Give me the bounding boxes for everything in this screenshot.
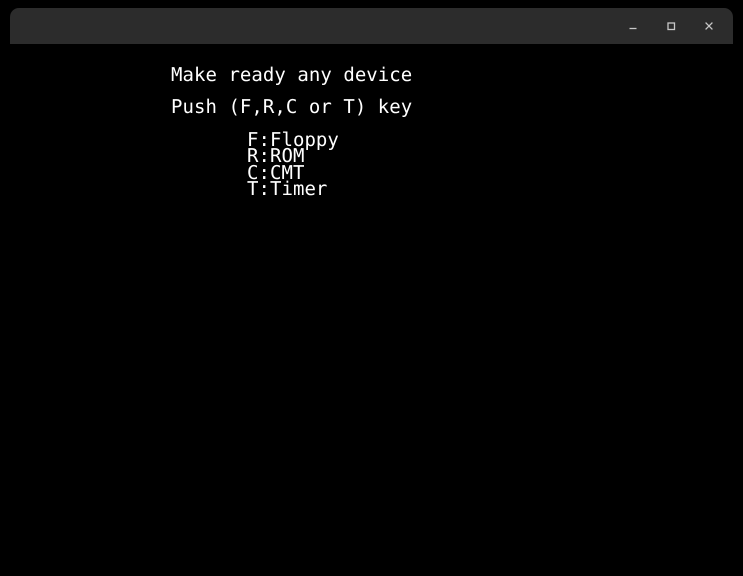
minimize-button[interactable] <box>617 8 649 44</box>
application-window: Make ready any device Push (F,R,C or T) … <box>0 0 743 576</box>
device-option-timer[interactable]: T:Timer <box>247 178 327 200</box>
window-title-bar[interactable] <box>10 8 733 44</box>
close-button[interactable] <box>693 8 725 44</box>
prompt-line-keys: Push (F,R,C or T) key <box>171 96 413 118</box>
maximize-icon <box>664 19 678 33</box>
close-icon <box>702 19 716 33</box>
maximize-button[interactable] <box>655 8 687 44</box>
emulator-screen[interactable]: Make ready any device Push (F,R,C or T) … <box>0 44 743 576</box>
prompt-line-ready: Make ready any device <box>171 64 413 86</box>
minimize-icon <box>626 19 640 33</box>
